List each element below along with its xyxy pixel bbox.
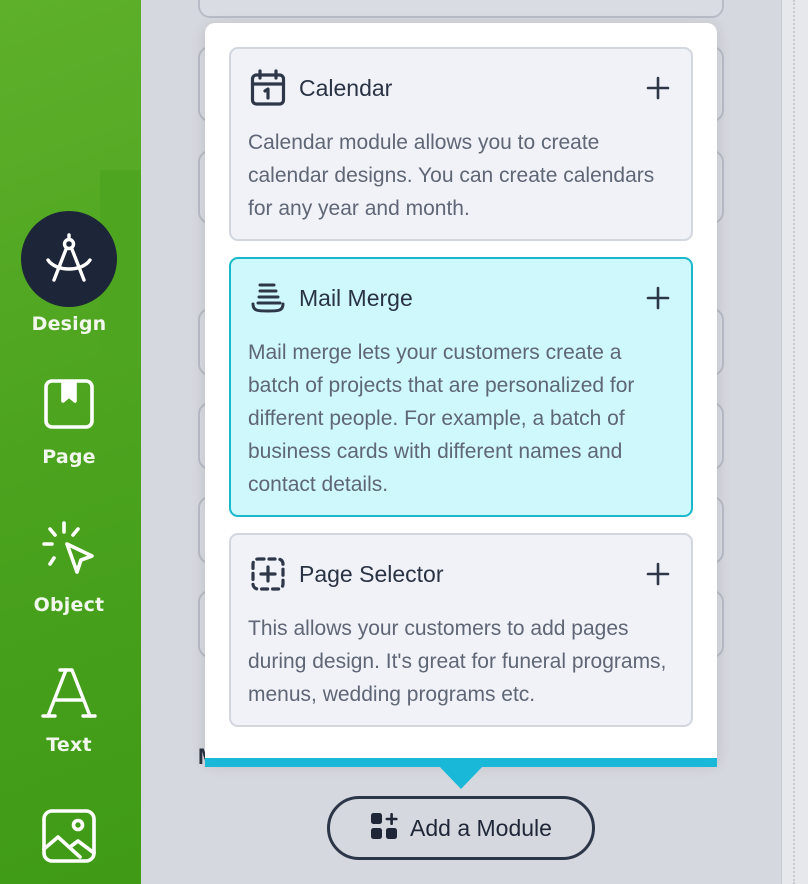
module-description: Calendar module allows you to create cal…: [248, 131, 655, 220]
sidebar-item-label: Text: [46, 734, 92, 756]
module-description: Mail merge lets your customers create a …: [248, 341, 635, 496]
sidebar-item-object[interactable]: Object: [0, 520, 138, 616]
popup-pointer: [438, 765, 484, 789]
pointer-click-icon: [40, 520, 98, 578]
sidebar-item-text[interactable]: Text: [0, 666, 138, 756]
compass-drafting-icon: [42, 232, 96, 286]
calendar-icon: [250, 69, 288, 107]
apps-add-icon: [370, 812, 398, 845]
sidebar-item-image[interactable]: [0, 807, 138, 865]
sidebar-item-label: Design: [31, 313, 107, 335]
letter-a-icon: [40, 666, 98, 722]
right-scroll-strip: [781, 0, 808, 884]
background-field: [198, 0, 724, 18]
add-plus-icon[interactable]: [645, 561, 671, 587]
dashed-square-plus-icon: [250, 555, 288, 593]
add-module-button[interactable]: Add a Module: [327, 796, 595, 860]
sidebar-item-label: Page: [42, 446, 96, 468]
sidebar-active-indicator: [21, 211, 117, 307]
image-icon: [40, 807, 98, 865]
module-title: Calendar: [299, 74, 393, 101]
module-picker-popup: Calendar Calendar module allows you to c…: [205, 23, 717, 763]
sidebar-item-page[interactable]: Page: [0, 376, 138, 468]
sidebar-item-design[interactable]: Design: [0, 211, 138, 335]
module-title: Page Selector: [299, 560, 444, 587]
sidebar-item-label: Object: [33, 594, 105, 616]
module-card-mail-merge[interactable]: Mail Merge Mail merge lets your customer…: [229, 257, 693, 517]
module-card-page-selector[interactable]: Page Selector This allows your customers…: [229, 533, 693, 727]
add-plus-icon[interactable]: [645, 285, 671, 311]
add-plus-icon[interactable]: [645, 75, 671, 101]
module-card-calendar[interactable]: Calendar Calendar module allows you to c…: [229, 47, 693, 241]
module-description: This allows your customers to add pages …: [248, 617, 667, 706]
stacked-layers-icon: [250, 279, 288, 317]
left-sidebar: Design Page Object Text: [0, 0, 162, 884]
module-title: Mail Merge: [299, 284, 413, 311]
bookmark-page-icon: [41, 376, 97, 432]
add-module-label: Add a Module: [410, 814, 552, 841]
